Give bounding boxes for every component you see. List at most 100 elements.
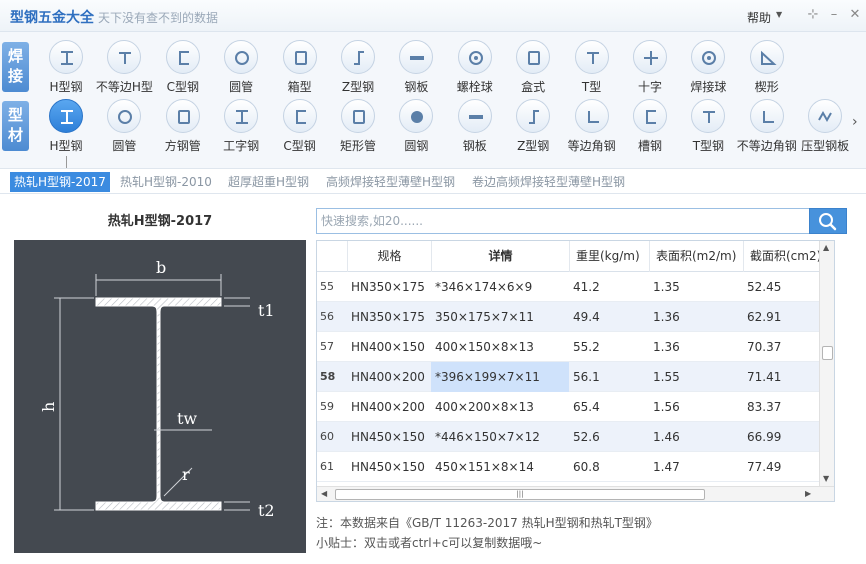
- tool-square-tube[interactable]: 方钢管: [153, 95, 213, 157]
- subtab-lipped-hf-welded[interactable]: 卷边高频焊接轻型薄壁H型钢: [468, 172, 629, 192]
- cell-index[interactable]: 59: [317, 392, 347, 422]
- col-header-spec[interactable]: 规格: [347, 241, 431, 272]
- tool-round-tube[interactable]: 圆管: [211, 36, 271, 98]
- search-button[interactable]: [809, 208, 847, 234]
- scroll-right-icon[interactable]: ▶: [805, 489, 811, 498]
- scroll-down-icon[interactable]: ▼: [823, 474, 829, 483]
- cell-index[interactable]: 56: [317, 302, 347, 332]
- cell-weight[interactable]: 52.6: [569, 422, 649, 452]
- tool-z-section[interactable]: Z型钢: [328, 36, 388, 98]
- table-row[interactable]: 55 HN350×175 *346×174×6×9 41.2 1.35 52.45: [317, 272, 819, 302]
- table-row[interactable]: 61 HN450×150 450×151×8×14 60.8 1.47 77.49: [317, 452, 819, 482]
- cell-weight[interactable]: 41.2: [569, 272, 649, 302]
- help-menu[interactable]: 帮助: [747, 9, 771, 26]
- cell-detail[interactable]: 400×200×8×13: [431, 392, 569, 422]
- cell-detail[interactable]: 450×151×8×14: [431, 452, 569, 482]
- tool-steel-plate[interactable]: 钢板: [445, 95, 505, 157]
- subtab-super-thick[interactable]: 超厚超重H型钢: [224, 172, 313, 192]
- chevron-right-icon[interactable]: ›: [852, 114, 858, 130]
- tool-wedge[interactable]: 楔形: [737, 36, 797, 98]
- scroll-left-icon[interactable]: ◀: [321, 489, 327, 498]
- cell-spec[interactable]: HN350×175: [347, 272, 431, 302]
- subtab-hot-rolled-2017[interactable]: 热轧H型钢-2017: [10, 172, 110, 192]
- cell-detail[interactable]: *446×150×7×12: [431, 422, 569, 452]
- tool-steel-plate[interactable]: 钢板: [386, 36, 446, 98]
- cell-area[interactable]: 66.99: [743, 422, 819, 452]
- table-row[interactable]: 59 HN400×200 400×200×8×13 65.4 1.56 83.37: [317, 392, 819, 422]
- pin-icon[interactable]: ⊹: [804, 6, 822, 24]
- cell-index[interactable]: 57: [317, 332, 347, 362]
- cell-spec[interactable]: HN450×150: [347, 452, 431, 482]
- cell-detail[interactable]: 400×150×8×13: [431, 332, 569, 362]
- cell-spec[interactable]: HN450×150: [347, 422, 431, 452]
- vertical-scroll-thumb[interactable]: [822, 346, 833, 360]
- cell-index[interactable]: 55: [317, 272, 347, 302]
- cell-area[interactable]: 77.49: [743, 452, 819, 482]
- chevron-down-icon[interactable]: ▼: [776, 10, 782, 19]
- cell-area[interactable]: 71.41: [743, 362, 819, 392]
- cell-weight[interactable]: 49.4: [569, 302, 649, 332]
- subtab-hf-welded[interactable]: 高频焊接轻型薄壁H型钢: [322, 172, 459, 192]
- cell-weight[interactable]: 55.2: [569, 332, 649, 362]
- cell-surface[interactable]: 1.36: [649, 302, 743, 332]
- cell-surface[interactable]: 1.56: [649, 392, 743, 422]
- tool-h-beam[interactable]: H型钢: [36, 36, 96, 98]
- table-row[interactable]: 57 HN400×150 400×150×8×13 55.2 1.36 70.37: [317, 332, 819, 362]
- scroll-up-icon[interactable]: ▲: [823, 243, 829, 252]
- minimize-icon[interactable]: –: [825, 6, 843, 24]
- tool-z-section[interactable]: Z型钢: [503, 95, 563, 157]
- col-header-detail[interactable]: 详情: [431, 241, 569, 272]
- col-header-area[interactable]: 截面积(cm2): [743, 241, 819, 272]
- cell-index[interactable]: 58: [317, 362, 347, 392]
- cell-spec[interactable]: HN400×200: [347, 392, 431, 422]
- tool-box-section[interactable]: 箱型: [270, 36, 330, 98]
- cell-surface[interactable]: 1.46: [649, 422, 743, 452]
- tool-round-bar[interactable]: 圆钢: [386, 95, 446, 157]
- cell-spec[interactable]: HN350×175: [347, 302, 431, 332]
- close-icon[interactable]: ✕: [846, 6, 864, 24]
- cell-area[interactable]: 70.37: [743, 332, 819, 362]
- table-row[interactable]: 60 HN450×150 *446×150×7×12 52.6 1.46 66.99: [317, 422, 819, 452]
- tool-i-beam[interactable]: 工字钢: [211, 95, 271, 157]
- table-row[interactable]: 58 HN400×200 *396×199×7×11 56.1 1.55 71.41: [317, 362, 819, 392]
- cell-area[interactable]: 62.91: [743, 302, 819, 332]
- tool-round-tube[interactable]: 圆管: [94, 95, 154, 157]
- subtab-hot-rolled-2010[interactable]: 热轧H型钢-2010: [116, 172, 216, 192]
- cell-surface[interactable]: 1.55: [649, 362, 743, 392]
- cell-area[interactable]: 52.45: [743, 272, 819, 302]
- cell-detail[interactable]: 350×175×7×11: [431, 302, 569, 332]
- tool-t-section[interactable]: T型钢: [678, 95, 738, 157]
- cell-detail[interactable]: *396×199×7×11: [431, 362, 569, 392]
- cell-index[interactable]: 61: [317, 452, 347, 482]
- tool-c-channel[interactable]: C型钢: [270, 95, 330, 157]
- col-header-surface[interactable]: 表面积(m2/m): [649, 241, 743, 272]
- tool-unequal-angle[interactable]: 不等边角钢: [737, 95, 797, 157]
- tool-c-channel[interactable]: C型钢: [153, 36, 213, 98]
- cell-weight[interactable]: 65.4: [569, 392, 649, 422]
- vertical-scrollbar[interactable]: ▲ ▼: [819, 241, 834, 486]
- cell-weight[interactable]: 56.1: [569, 362, 649, 392]
- cell-index[interactable]: 60: [317, 422, 347, 452]
- tool-channel[interactable]: 槽钢: [620, 95, 680, 157]
- cell-surface[interactable]: 1.47: [649, 452, 743, 482]
- horizontal-scroll-thumb[interactable]: |||: [335, 489, 705, 500]
- tool-bolt-ball[interactable]: 螺栓球: [445, 36, 505, 98]
- tool-cross-section[interactable]: 十字: [620, 36, 680, 98]
- cell-weight[interactable]: 60.8: [569, 452, 649, 482]
- cell-detail[interactable]: *346×174×6×9: [431, 272, 569, 302]
- tool-box-type[interactable]: 盒式: [503, 36, 563, 98]
- tool-t-beam[interactable]: 不等边H型: [94, 36, 154, 98]
- table-row[interactable]: 56 HN350×175 350×175×7×11 49.4 1.36 62.91: [317, 302, 819, 332]
- cell-spec[interactable]: HN400×200: [347, 362, 431, 392]
- tool-welded-ball[interactable]: 焊接球: [678, 36, 738, 98]
- tool-h-beam[interactable]: H型钢: [36, 95, 96, 157]
- col-header-weight[interactable]: 重里(kg/m): [569, 241, 649, 272]
- tool-t-section[interactable]: T型: [562, 36, 622, 98]
- tool-profiled-sheet[interactable]: 压型钢板: [795, 95, 855, 157]
- cell-surface[interactable]: 1.36: [649, 332, 743, 362]
- search-input[interactable]: [316, 208, 810, 234]
- cell-surface[interactable]: 1.35: [649, 272, 743, 302]
- tool-equal-angle[interactable]: 等边角钢: [562, 95, 622, 157]
- horizontal-scrollbar[interactable]: ◀ ||| ▶: [317, 486, 834, 501]
- cell-area[interactable]: 83.37: [743, 392, 819, 422]
